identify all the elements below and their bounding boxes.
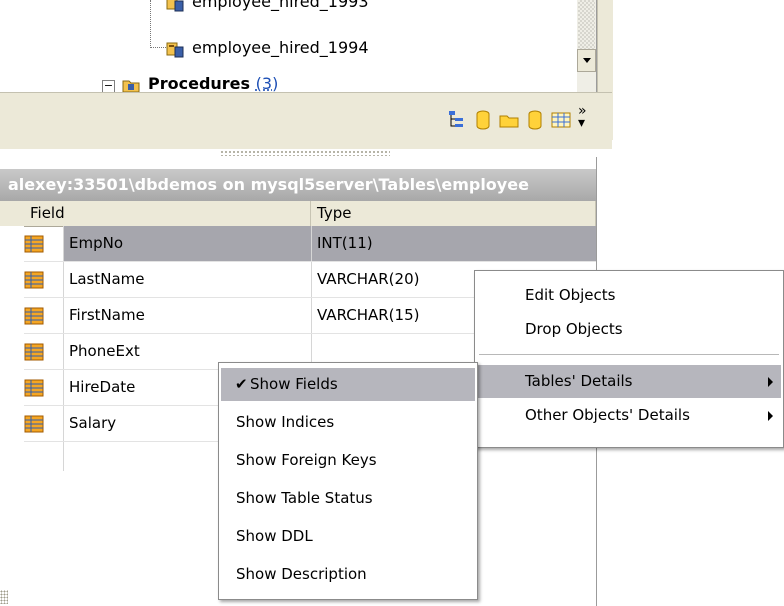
field-icon bbox=[24, 235, 44, 253]
resize-grip[interactable] bbox=[0, 590, 8, 604]
menu-item-label: Other Objects' Details bbox=[525, 406, 690, 424]
menu-item-show-fields[interactable]: ✔ Show Fields bbox=[221, 368, 475, 401]
grid-icon[interactable] bbox=[550, 109, 572, 131]
grid-header: Field Type bbox=[24, 201, 596, 227]
menu-item-other-objects-details[interactable]: Other Objects' Details bbox=[477, 399, 781, 432]
tree-item-view[interactable]: employee_hired_1994 bbox=[166, 36, 369, 60]
menu-item-drop-objects[interactable]: Drop Objects bbox=[477, 313, 781, 346]
tree-item-procedures[interactable]: Procedures (3) bbox=[122, 72, 278, 92]
collapse-toggle[interactable]: − bbox=[102, 80, 115, 92]
menu-item-show-indices[interactable]: Show Indices bbox=[221, 406, 475, 439]
submenu-arrow-icon bbox=[768, 377, 773, 387]
tree-item-label: employee_hired_1994 bbox=[192, 38, 369, 57]
column-header-type[interactable]: Type bbox=[311, 201, 596, 226]
tree-item-count: (3) bbox=[255, 74, 279, 92]
menu-separator bbox=[479, 354, 779, 355]
field-icon bbox=[24, 271, 44, 289]
tables-details-submenu: ✔ Show Fields Show Indices Show Foreign … bbox=[218, 362, 478, 600]
object-tree[interactable]: employee_hired_1993 employee_hired_1994 … bbox=[0, 0, 597, 92]
splitter-grip[interactable] bbox=[220, 150, 390, 156]
column-header-field[interactable]: Field bbox=[0, 201, 311, 226]
database-icon-2[interactable] bbox=[524, 109, 546, 131]
tree-view-icon[interactable] bbox=[446, 109, 468, 131]
view-icon bbox=[166, 42, 184, 57]
menu-item-show-foreign-keys[interactable]: Show Foreign Keys bbox=[221, 444, 475, 477]
tree-connector bbox=[150, 47, 166, 48]
tree-connector bbox=[150, 0, 151, 48]
context-menu: Edit Objects Drop Objects Tables' Detail… bbox=[474, 270, 784, 448]
tree-item-view[interactable]: employee_hired_1993 bbox=[166, 0, 369, 14]
submenu-arrow-icon bbox=[768, 411, 773, 421]
view-icon bbox=[166, 0, 184, 11]
field-icon bbox=[24, 343, 44, 361]
field-icon bbox=[24, 379, 44, 397]
table-row[interactable]: EmpNo INT(11) bbox=[0, 226, 596, 261]
folder-open-icon[interactable] bbox=[498, 109, 520, 131]
menu-item-show-description[interactable]: Show Description bbox=[221, 558, 475, 591]
scroll-down-button[interactable] bbox=[577, 49, 596, 72]
menu-item-label: Tables' Details bbox=[525, 372, 633, 390]
field-type-cell[interactable]: INT(11) bbox=[312, 226, 596, 261]
menu-item-label: Show Fields bbox=[250, 375, 338, 393]
tree-scrollbar[interactable] bbox=[577, 0, 596, 92]
menu-item-show-ddl[interactable]: Show DDL bbox=[221, 520, 475, 553]
menu-item-edit-objects[interactable]: Edit Objects bbox=[477, 279, 781, 312]
folder-icon bbox=[122, 80, 140, 92]
database-icon[interactable] bbox=[472, 109, 494, 131]
toolbar: » ▾ bbox=[0, 92, 612, 149]
more-chevron-icon[interactable]: » ▾ bbox=[578, 104, 587, 130]
menu-item-show-table-status[interactable]: Show Table Status bbox=[221, 482, 475, 515]
field-icon bbox=[24, 307, 44, 325]
tree-item-label: employee_hired_1993 bbox=[192, 0, 369, 11]
field-name-cell[interactable]: FirstName bbox=[64, 298, 311, 333]
field-name-cell[interactable]: LastName bbox=[64, 262, 311, 297]
field-icon bbox=[24, 415, 44, 433]
field-name-cell[interactable]: EmpNo bbox=[64, 226, 311, 261]
object-path-bar: alexey:33501\dbdemos on mysql5server\Tab… bbox=[0, 169, 596, 201]
checkmark-icon: ✔ bbox=[235, 375, 248, 393]
menu-item-tables-details[interactable]: Tables' Details bbox=[477, 365, 781, 398]
tree-item-label: Procedures bbox=[148, 74, 251, 92]
